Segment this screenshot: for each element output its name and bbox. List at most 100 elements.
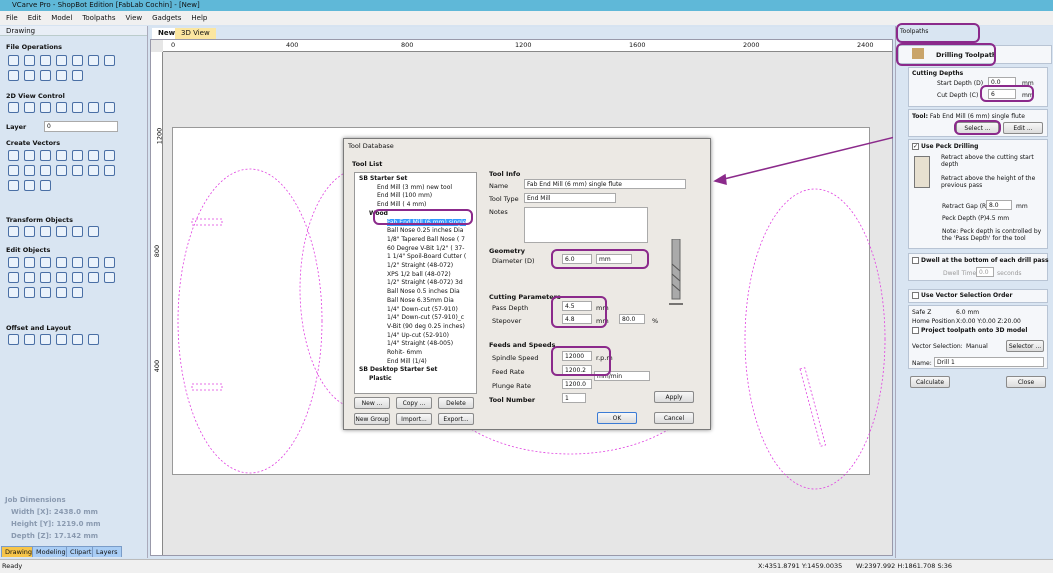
tree-item[interactable]: Ball Nose 0.25 inches Dia (387, 227, 463, 234)
tool-icon[interactable] (8, 102, 19, 113)
tool-icon[interactable] (88, 150, 99, 161)
vector-order-checkbox[interactable]: Use Vector Selection Order (912, 292, 1012, 299)
tool-icon[interactable] (88, 257, 99, 268)
menu-model[interactable]: Model (51, 11, 72, 25)
menu-toolpaths[interactable]: Toolpaths (82, 11, 115, 25)
tree-item[interactable]: 60 Degree V-Bit 1/2" ( 37- (387, 245, 464, 252)
tool-icon[interactable] (24, 150, 35, 161)
tool-icon[interactable] (8, 55, 19, 66)
tool-type-select[interactable]: End Mill (524, 193, 616, 203)
tool-icon[interactable] (24, 70, 35, 81)
tool-icon[interactable] (56, 257, 67, 268)
tool-icon[interactable] (88, 272, 99, 283)
tool-icon[interactable] (56, 272, 67, 283)
tool-icon[interactable] (40, 70, 51, 81)
tool-icon[interactable] (24, 165, 35, 176)
tool-icon[interactable] (40, 272, 51, 283)
tool-icon[interactable] (72, 102, 83, 113)
tool-icon[interactable] (72, 70, 83, 81)
export-button[interactable]: Export... (438, 413, 474, 425)
tool-icon[interactable] (40, 150, 51, 161)
tool-icon[interactable] (72, 334, 83, 345)
tree-item[interactable]: 1/2" Straight (48-072) (387, 262, 453, 269)
retract-gap-input[interactable]: 8.0 (986, 200, 1012, 210)
tool-icon[interactable] (56, 165, 67, 176)
tool-icon[interactable] (56, 287, 67, 298)
tool-icon[interactable] (104, 257, 115, 268)
cancel-button[interactable]: Cancel (654, 412, 694, 424)
menu-edit[interactable]: Edit (28, 11, 42, 25)
menu-help[interactable]: Help (191, 11, 207, 25)
tree-item[interactable]: XPS 1/2 ball (48-072) (387, 271, 451, 278)
toolpath-name-input[interactable]: Drill 1 (934, 357, 1044, 367)
apply-button[interactable]: Apply (654, 391, 694, 403)
tool-icon[interactable] (40, 287, 51, 298)
project-toolpath-checkbox[interactable]: Project toolpath onto 3D model (912, 327, 1027, 334)
tree-item[interactable]: End Mill ( 4 mm) (377, 201, 426, 208)
tool-icon[interactable] (40, 226, 51, 237)
tool-icon[interactable] (24, 272, 35, 283)
tool-icon[interactable] (8, 70, 19, 81)
tool-icon[interactable] (8, 180, 19, 191)
tab-drawing[interactable]: Drawing (1, 546, 37, 557)
tool-icon[interactable] (24, 55, 35, 66)
tree-item[interactable]: 1/4" Up-cut (52-910) (387, 332, 449, 339)
new-group-button[interactable]: New Group (354, 413, 390, 425)
tree-group[interactable]: SB Desktop Starter Set (359, 366, 437, 373)
tool-icon[interactable] (88, 55, 99, 66)
dwell-time-input[interactable]: 0.0 (976, 267, 994, 277)
tool-icon[interactable] (104, 55, 115, 66)
tool-icon[interactable] (24, 102, 35, 113)
retract-start-radio[interactable]: Retract above the cutting start depth (941, 154, 1046, 168)
menu-view[interactable]: View (125, 11, 142, 25)
tool-icon[interactable] (8, 334, 19, 345)
tool-icon[interactable] (72, 287, 83, 298)
notes-textarea[interactable] (524, 207, 648, 243)
tree-item[interactable]: 1 1/4" Spoil-Board Cutter ( (387, 253, 466, 260)
peck-drilling-checkbox[interactable]: ✓ Use Peck Drilling (912, 143, 978, 150)
close-button[interactable]: Close (1006, 376, 1046, 388)
tree-item[interactable]: Rohit- 6mm (387, 349, 422, 356)
tree-item[interactable]: End Mill (1/4) (387, 358, 427, 365)
new-tool-button[interactable]: New ... (354, 397, 390, 409)
tool-icon[interactable] (72, 226, 83, 237)
tree-item[interactable]: 1/4" Straight (48-005) (387, 340, 453, 347)
tree-item[interactable]: End Mill (3 mm) new tool (377, 184, 452, 191)
tool-icon[interactable] (8, 150, 19, 161)
tool-icon[interactable] (72, 165, 83, 176)
tool-icon[interactable] (104, 102, 115, 113)
tool-icon[interactable] (40, 334, 51, 345)
ok-button[interactable]: OK (597, 412, 637, 424)
tool-icon[interactable] (24, 334, 35, 345)
tool-icon[interactable] (56, 334, 67, 345)
layer-select[interactable]: 0 (44, 121, 118, 132)
tree-item[interactable]: 1/4" Down-cut (57-910) (387, 306, 458, 313)
tool-icon[interactable] (8, 226, 19, 237)
calculate-button[interactable]: Calculate (910, 376, 950, 388)
tool-icon[interactable] (88, 226, 99, 237)
import-button[interactable]: Import... (396, 413, 432, 425)
tree-item[interactable]: 1/8" Tapered Ball Nose ( 7 (387, 236, 465, 243)
tool-icon[interactable] (88, 102, 99, 113)
tool-icon[interactable] (24, 226, 35, 237)
tool-icon[interactable] (56, 70, 67, 81)
tool-icon[interactable] (56, 226, 67, 237)
tab-3d-view[interactable]: 3D View (175, 28, 216, 39)
tool-icon[interactable] (104, 165, 115, 176)
tool-icon[interactable] (40, 55, 51, 66)
tool-icon[interactable] (72, 257, 83, 268)
plunge-rate-input[interactable]: 1200.0 (562, 379, 592, 389)
tool-icon[interactable] (72, 150, 83, 161)
tool-icon[interactable] (8, 287, 19, 298)
dwell-checkbox[interactable]: Dwell at the bottom of each drill pass (912, 257, 1049, 264)
tree-item[interactable]: Ball Nose 6.35mm Dia (387, 297, 454, 304)
tool-icon[interactable] (40, 165, 51, 176)
tool-name-input[interactable]: Fab End Mill (6 mm) single flute (524, 179, 686, 189)
tool-icon[interactable] (88, 165, 99, 176)
tool-icon[interactable] (24, 287, 35, 298)
tool-icon[interactable] (56, 55, 67, 66)
tool-icon[interactable] (24, 257, 35, 268)
tree-item[interactable]: End Mill (100 mm) (377, 192, 432, 199)
tool-icon[interactable] (72, 272, 83, 283)
tab-layers[interactable]: Layers (92, 546, 122, 557)
